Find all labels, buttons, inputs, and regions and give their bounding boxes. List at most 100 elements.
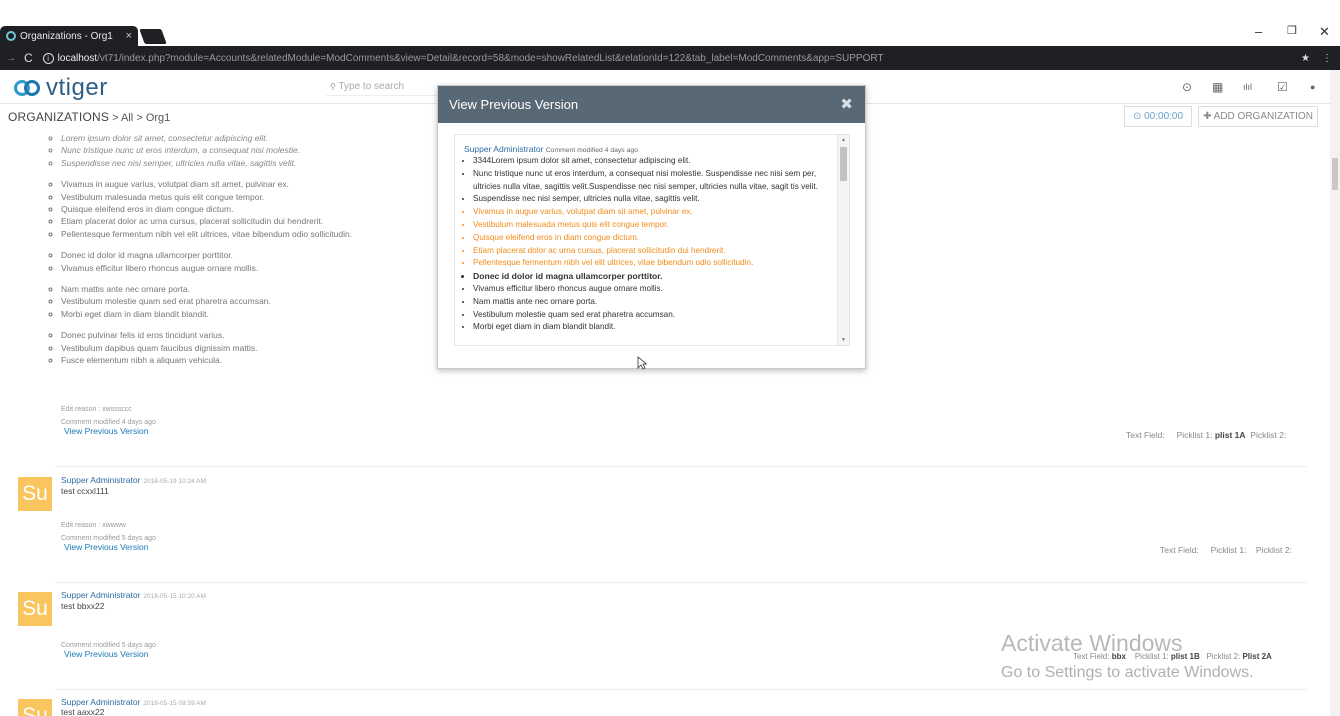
list-item: Etiam placerat dolor ac urna cursus, pla… (473, 245, 832, 258)
browser-titlebar: Organizations - Org1 × – ❐ ✕ (0, 0, 1340, 46)
previous-version-list: 3344Lorem ipsum dolor sit amet, consecte… (464, 155, 832, 334)
comment-modified-tag: Comment modified 4 days ago (545, 147, 638, 154)
view-previous-version-link[interactable]: View Previous Version (64, 426, 148, 436)
modal-scrollbar[interactable]: ▲ ▼ (837, 135, 849, 345)
list-item: Donec pulvinar felis id eros tincidunt v… (61, 329, 352, 341)
comment-timestamp: 2018-05-15 09:59 AM (143, 700, 206, 707)
browser-menu-icon[interactable]: ⋮ (1322, 53, 1332, 64)
reports-icon[interactable]: ılıl (1243, 82, 1252, 92)
list-item: Vivamus efficitur libero rhoncus augue o… (473, 283, 832, 296)
list-group-5: Donec pulvinar felis id eros tincidunt v… (46, 329, 352, 366)
text-field-label: Text Field: (1160, 545, 1199, 555)
list-group-4: Nam mattis ante nec ornare porta. Vestib… (46, 283, 352, 320)
minimize-icon[interactable]: – (1255, 24, 1262, 39)
comment-author: Supper Administrator 2018-05-19 10:24 AM (61, 475, 206, 485)
list-item: Etiam placerat dolor ac urna cursus, pla… (61, 215, 352, 227)
list-item: Suspendisse nec nisi semper, ultricies n… (473, 193, 832, 206)
windows-activation-subtext: Go to Settings to activate Windows. (1001, 664, 1254, 681)
list-item: Vivamus efficitur libero rhoncus augue o… (61, 262, 352, 274)
comment-author: Supper Administrator 2018-05-15 09:59 AM (61, 697, 206, 707)
comment-modified: Comment modified 5 days ago (61, 642, 156, 649)
add-organization-button[interactable]: ✚ ADD ORGANIZATION (1198, 106, 1318, 127)
search-icon: ⚲ (330, 82, 336, 91)
new-tab-button[interactable] (139, 29, 167, 44)
view-previous-version-link[interactable]: View Previous Version (64, 542, 148, 552)
author-name[interactable]: Supper Administrator (61, 697, 140, 707)
tab-title: Organizations - Org1 (20, 30, 113, 42)
text-field-label: Text Field: (1126, 430, 1165, 440)
list-item: Quisque eleifend eros in diam congue dic… (473, 232, 832, 245)
tasks-icon[interactable]: ☑ (1277, 80, 1288, 94)
browser-tab[interactable]: Organizations - Org1 × (0, 26, 138, 46)
logo-text: vtiger (46, 74, 108, 101)
info-icon[interactable]: i (42, 52, 54, 64)
list-item: Donec id dolor id magna ullamcorper port… (473, 270, 832, 283)
list-item: Nunc tristique nunc ut eros interdum, a … (61, 144, 352, 156)
scroll-up-icon[interactable]: ▲ (841, 137, 846, 143)
picklist2-label: Picklist 2: (1206, 652, 1241, 661)
comment-1-fields: Text Field: Picklist 1: plist 1A Picklis… (1126, 430, 1286, 440)
modal-header: View Previous Version ✖ (438, 86, 865, 123)
list-item: Fusce elementum nibh a aliquam vehicula. (61, 354, 352, 366)
bookmark-star-icon[interactable]: ★ (1301, 53, 1310, 64)
divider (55, 582, 1307, 583)
picklist1-value: plist 1A (1214, 430, 1246, 440)
vtiger-favicon-icon (6, 31, 16, 41)
comment-modified: Comment modified 5 days ago (61, 535, 156, 542)
comment-2-fields: Text Field: Picklist 1: Picklist 2: (1160, 545, 1292, 555)
url-field[interactable]: localhost/vt71/index.php?module=Accounts… (58, 53, 884, 64)
list-item: Vivamus in augue varius, volutpat diam s… (61, 178, 352, 190)
list-item: Nam mattis ante nec ornare porta. (61, 283, 352, 295)
author-name[interactable]: Supper Administrator (61, 475, 140, 485)
comment-author: Supper Administrator 2018-05-15 10:20 AM (61, 590, 206, 600)
list-item: Vestibulum malesuada metus quis elit con… (473, 219, 832, 232)
vtiger-logo[interactable]: vtiger (14, 74, 108, 102)
user-icon[interactable]: ● (1310, 82, 1315, 92)
list-item: Nunc tristique nunc ut eros interdum, a … (473, 168, 832, 194)
timer-button[interactable]: ⊙ 00:00:00 (1124, 106, 1192, 127)
previous-version-comment: Supper Administrator Comment modified 4 … (464, 144, 832, 334)
search-placeholder: Type to search (338, 81, 405, 92)
address-bar: → C i localhost/vt71/index.php?module=Ac… (0, 46, 1340, 70)
scroll-down-icon[interactable]: ▼ (841, 337, 846, 343)
view-previous-version-modal: View Previous Version ✖ Supper Administr… (437, 85, 866, 369)
list-item: Lorem ipsum dolor sit amet, consectetur … (61, 132, 352, 144)
author-name[interactable]: Supper Administrator (464, 144, 543, 154)
avatar: Su (18, 592, 52, 626)
edit-reason: Edit reason : xwwww (61, 522, 126, 529)
modal-scrollbar-thumb[interactable] (840, 147, 847, 181)
breadcrumb-module[interactable]: ORGANIZATIONS (8, 110, 109, 124)
back-icon[interactable]: → (6, 53, 16, 64)
comment-timestamp: 2018-05-15 10:20 AM (143, 593, 206, 600)
modal-close-icon[interactable]: ✖ (840, 86, 853, 123)
mouse-cursor-icon (637, 356, 647, 370)
picklist2-value: Plist 2A (1242, 652, 1272, 661)
comment-text: test aaxx22 (61, 707, 105, 716)
author-name[interactable]: Supper Administrator (61, 590, 140, 600)
breadcrumb-separator: > (136, 112, 143, 124)
restore-icon[interactable]: ❐ (1287, 24, 1297, 37)
list-item: Vestibulum dapibus quam faucibus digniss… (61, 342, 352, 354)
list-item: Vestibulum molestie quam sed erat pharet… (473, 309, 832, 322)
avatar: Su (18, 477, 52, 511)
comment-modified: Comment modified 4 days ago (61, 419, 156, 426)
comment-1-body: Lorem ipsum dolor sit amet, consectetur … (46, 132, 352, 376)
tab-close-icon[interactable]: × (126, 30, 132, 42)
divider (55, 466, 1307, 467)
calendar-icon[interactable]: ▦ (1212, 80, 1223, 94)
page-scrollbar[interactable] (1330, 70, 1340, 716)
divider (55, 689, 1307, 690)
picklist1-label: Picklist 1: (1210, 545, 1247, 555)
list-item: Vivamus in augue varius, volutpat diam s… (473, 206, 832, 219)
picklist1-label: Picklist 1: (1176, 430, 1213, 440)
reload-icon[interactable]: C (24, 51, 33, 65)
modal-comment-author: Supper Administrator Comment modified 4 … (464, 144, 832, 154)
url-host: localhost (57, 52, 98, 64)
list-item: Pellentesque fermentum nibh vel elit ult… (473, 257, 832, 270)
window-close-icon[interactable]: ✕ (1319, 24, 1330, 40)
breadcrumb: ORGANIZATIONS > All > Org1 (8, 110, 170, 124)
breadcrumb-all[interactable]: All (121, 112, 133, 124)
view-previous-version-link[interactable]: View Previous Version (64, 649, 148, 659)
quick-create-icon[interactable]: ⊙ (1182, 80, 1192, 94)
page-scrollbar-thumb[interactable] (1332, 158, 1338, 190)
